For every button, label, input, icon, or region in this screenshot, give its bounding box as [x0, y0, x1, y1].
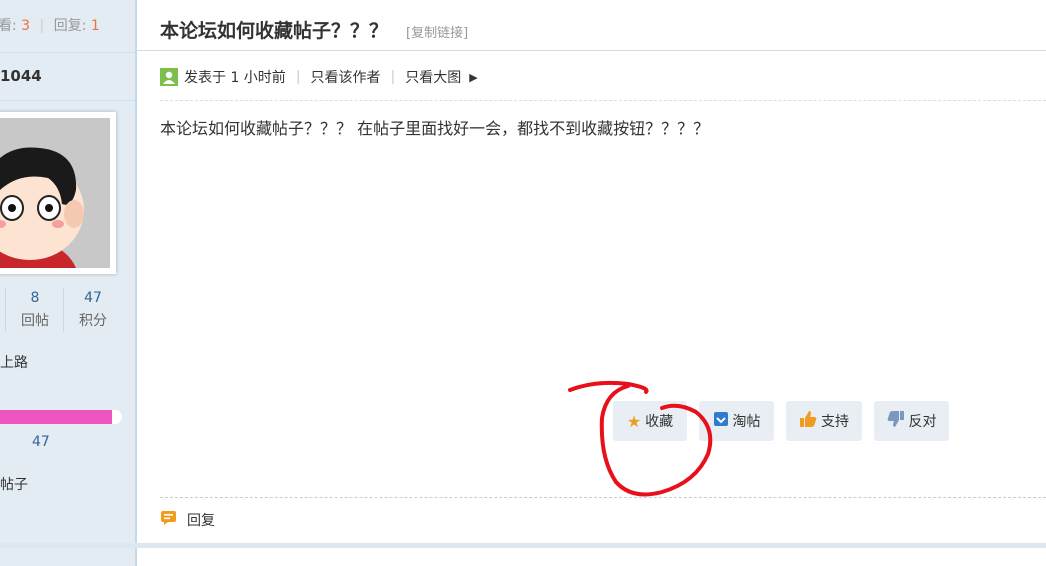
- user-extra[interactable]: 帖子: [0, 474, 28, 494]
- thumbs-up-icon: [799, 410, 817, 432]
- replies-label: 回复:: [53, 18, 87, 34]
- progress-value: 47: [32, 434, 50, 450]
- footer-divider: [160, 497, 1046, 498]
- post-stats-header: 看: 3 | 回复: 1: [0, 0, 135, 53]
- stat-replies-value: 8: [30, 290, 40, 306]
- title-divider: [137, 50, 1046, 51]
- online-user-icon: [160, 68, 178, 86]
- post-content: 本论坛如何收藏帖子？？？ 在帖子里面找好一会，都找不到收藏按钮？？？？: [160, 119, 710, 138]
- oppose-button[interactable]: 反对: [874, 401, 949, 441]
- reply-button[interactable]: 回复: [160, 510, 215, 530]
- meta-divider: [160, 100, 1046, 101]
- stat-replies[interactable]: 8 回帖: [6, 288, 64, 334]
- author-username[interactable]: 1044: [0, 52, 135, 101]
- big-image-link[interactable]: 只看大图: [405, 67, 461, 87]
- stat-points[interactable]: 47 积分: [64, 288, 122, 334]
- copy-link[interactable]: [复制链接]: [406, 22, 468, 41]
- user-rank[interactable]: 上路: [0, 352, 28, 372]
- play-icon: ▶: [469, 70, 478, 84]
- avatar-image: [0, 118, 110, 268]
- only-author-link[interactable]: 只看该作者: [311, 67, 381, 87]
- stat-points-label: 积分: [79, 313, 107, 329]
- support-button[interactable]: 支持: [786, 401, 862, 441]
- replies-count: 1: [90, 18, 100, 34]
- avatar[interactable]: [0, 112, 116, 274]
- points-progress-fill: [0, 410, 113, 424]
- points-progress-bar: [0, 410, 122, 424]
- thumbs-down-icon: [887, 410, 905, 432]
- sidebar-divider: [135, 0, 137, 566]
- thread-title: 本论坛如何收藏帖子？？？: [160, 20, 389, 42]
- post-time: 发表于 1 小时前: [184, 70, 286, 86]
- post-meta: 发表于 1 小时前 | 只看该作者 | 只看大图 ▶: [160, 66, 478, 88]
- next-post-strip: [0, 543, 1046, 548]
- views-label: 看: 3 | 回复: 1: [0, 18, 100, 34]
- reply-icon: [160, 510, 177, 530]
- highlight-circle-annotation: [568, 380, 713, 497]
- stat-points-value: 47: [84, 290, 102, 306]
- views-count: 3: [21, 18, 31, 34]
- stat-replies-label: 回帖: [21, 313, 49, 329]
